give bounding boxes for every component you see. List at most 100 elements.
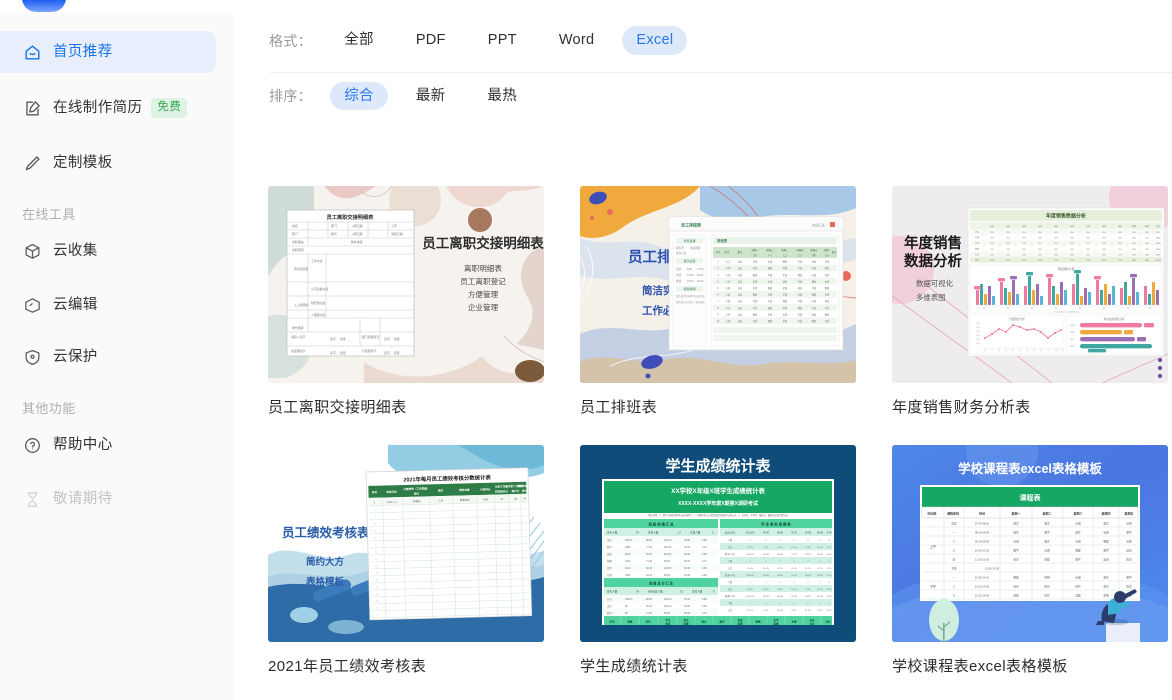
svg-text:0.72: 0.72 <box>702 612 707 615</box>
shield-icon <box>22 347 42 367</box>
svg-text:70-79: 70-79 <box>791 596 797 598</box>
svg-text:下午: 下午 <box>930 584 937 589</box>
svg-text:3024.5: 3024.5 <box>625 539 633 542</box>
svg-text:绩效主题: 绩效主题 <box>458 488 470 492</box>
sidebar-item-label: 在线制作简历 <box>53 101 142 116</box>
thumb-cover-heading: 年度销售 <box>904 234 962 252</box>
template-thumbnail[interactable]: 员工离职交接明细表 姓名部门入职日期工号 部门职务入职日期离职日期 离职事由联系… <box>268 186 544 383</box>
svg-text:3024.5: 3024.5 <box>625 598 633 601</box>
svg-text:英语: 英语 <box>607 552 612 556</box>
svg-text:参考人数: 参考人数 <box>607 531 618 535</box>
svg-text:语文: 语文 <box>1075 531 1081 535</box>
sidebar-item-help-center[interactable]: 帮助中心 <box>0 424 216 466</box>
format-chip-all[interactable]: 全部 <box>330 26 388 55</box>
svg-text:序号: 序号 <box>608 620 615 624</box>
svg-text:离职明细表: 离职明细表 <box>464 263 502 273</box>
svg-text:0.72: 0.72 <box>702 560 707 563</box>
svg-text:语文: 语文 <box>701 620 707 624</box>
svg-text:班次人员: 班次人员 <box>676 251 687 255</box>
svg-text:80-89: 80-89 <box>777 575 783 577</box>
template-card[interactable]: 年度销售 数据分析 数据可视化 多维表图 年度销售数据分析 <box>892 186 1168 417</box>
svg-text:待交接项目: 待交接项目 <box>294 266 309 271</box>
sort-chip-hottest[interactable]: 最热 <box>473 82 531 111</box>
svg-text:使用说明: 使用说明 <box>683 286 695 291</box>
svg-text:早班: 早班 <box>676 267 682 271</box>
format-chip-excel[interactable]: Excel <box>622 26 687 55</box>
svg-text:部门: 部门 <box>292 231 298 236</box>
svg-text:英语: 英语 <box>1013 540 1019 544</box>
svg-text:985班总人数: 985班总人数 <box>648 590 663 594</box>
template-thumbnail[interactable]: 员工排班表 简洁实用 工作必备 员工排班表 自动汇 <box>580 186 856 383</box>
svg-text:70-79: 70-79 <box>791 533 798 535</box>
svg-text:95.00: 95.00 <box>664 612 671 615</box>
format-chip-word[interactable]: Word <box>545 26 609 55</box>
template-card[interactable]: 员工离职交接明细表 姓名部门入职日期工号 部门职务入职日期离职日期 离职事由联系… <box>268 186 544 417</box>
svg-text:13:30-14:10: 13:30-14:10 <box>975 576 990 580</box>
sidebar-item-cloud-edit[interactable]: 云编辑 <box>0 284 216 326</box>
format-chip-pdf[interactable]: PDF <box>402 26 460 55</box>
svg-text:地理: 地理 <box>1013 594 1019 598</box>
svg-text:100-109: 100-109 <box>746 575 755 577</box>
svg-text:语文: 语文 <box>1044 522 1050 526</box>
sidebar-item-coming-soon[interactable]: 敬请期待 <box>0 478 216 520</box>
svg-text:11.5%: 11.5% <box>747 547 753 549</box>
topbar <box>0 0 1172 13</box>
svg-text:数学: 数学 <box>1126 531 1132 535</box>
svg-text:90-99: 90-99 <box>763 596 769 598</box>
svg-text:学 生 单 科 成 绩 表: 学 生 单 科 成 绩 表 <box>761 522 791 527</box>
format-chip-ppt[interactable]: PPT <box>474 26 531 55</box>
sidebar-item-home[interactable]: 首页推荐 <box>0 31 216 73</box>
svg-text:离职事由: 离职事由 <box>292 239 304 244</box>
svg-text:70-79: 70-79 <box>791 554 797 556</box>
template-card[interactable]: 学生成绩统计表 XX学校X年级X班学生成绩统计表 XXXX-XXXX学年度X期第… <box>580 445 856 676</box>
template-card[interactable]: 员工排班表 简洁实用 工作必备 员工排班表 自动汇 <box>580 186 856 417</box>
svg-text:工号: 工号 <box>391 223 397 228</box>
svg-text:多维表图: 多维表图 <box>916 293 946 302</box>
sidebar-item-custom-template[interactable]: 定制模板 <box>0 142 216 184</box>
thumb-cover-heading: 员工绩效考核表 <box>282 525 370 540</box>
svg-text:总经理签字: 总经理签字 <box>291 348 306 353</box>
sort-chip-comprehensive[interactable]: 综合 <box>330 82 388 111</box>
svg-text:09:10-09:50: 09:10-09:50 <box>975 540 990 544</box>
svg-text:26.00: 26.00 <box>684 574 691 577</box>
template-card-title: 年度销售财务分析表 <box>892 399 1168 417</box>
svg-text:18510: 18510 <box>1155 260 1162 262</box>
thumb-inner-title: 课程表 <box>1020 493 1042 502</box>
logo-mark[interactable] <box>22 0 66 12</box>
svg-text:18:00: 18:00 <box>687 279 694 283</box>
svg-text:语文: 语文 <box>1013 531 1019 535</box>
svg-text:语文: 语文 <box>1044 540 1050 544</box>
template-card[interactable]: 学校课程表excel表格模板 课程表 时间段课程安排时间星期一星期二星期三星期四… <box>892 445 1168 676</box>
svg-text:二: 二 <box>953 541 956 544</box>
sort-chip-newest[interactable]: 最新 <box>402 82 460 111</box>
svg-text:71.20: 71.20 <box>646 612 653 615</box>
template-thumbnail[interactable]: 学校课程表excel表格模板 课程表 时间段课程安排时间星期一星期二星期三星期四… <box>892 445 1168 642</box>
sidebar-item-cloud-collect[interactable]: 云收集 <box>0 230 216 272</box>
template-grid-row: 员工绩效考核表 简约大方 表格模板 2021年每月员工绩效考核分数统计表 <box>268 445 1172 676</box>
svg-text:签字： 日期：: 签字： 日期： <box>330 350 348 355</box>
svg-text:三: 三 <box>953 550 956 553</box>
template-thumbnail[interactable]: 员工绩效考核表 简约大方 表格模板 2021年每月员工绩效考核分数统计表 <box>268 445 544 642</box>
svg-text:英语: 英语 <box>1075 540 1081 544</box>
template-thumbnail[interactable]: 年度销售 数据分析 数据可视化 多维表图 年度销售数据分析 <box>892 186 1168 383</box>
svg-text:语文: 语文 <box>683 618 689 622</box>
svg-text:月份选择: 月份选择 <box>683 238 695 243</box>
thumb-cover-heading: 学校课程表excel表格模板 <box>958 461 1102 476</box>
home-icon <box>22 42 42 62</box>
svg-text:90分: 90分 <box>483 497 489 501</box>
template-thumbnail[interactable]: 学生成绩统计表 XX学校X年级X班学生成绩统计表 XXXX-XXXX学年度X期第… <box>580 445 856 642</box>
sidebar-item-cloud-protect[interactable]: 云保护 <box>0 336 216 378</box>
svg-text:10:00-11:00: 10:00-11:00 <box>975 549 990 553</box>
svg-text:14:20-15:00: 14:20-15:00 <box>975 585 990 589</box>
svg-text:数学: 数学 <box>719 620 725 624</box>
svg-text:数据可视化: 数据可视化 <box>916 279 954 288</box>
svg-text:2000: 2000 <box>976 335 980 337</box>
sidebar-item-online-resume[interactable]: 在线制作简历 免费 <box>0 87 216 129</box>
svg-text:数据分析: 数据分析 <box>904 252 962 270</box>
template-card[interactable]: 员工绩效考核表 简约大方 表格模板 2021年每月员工绩效考核分数统计表 <box>268 445 544 676</box>
svg-text:课程安排: 课程安排 <box>947 511 959 516</box>
svg-text:小王: 小王 <box>438 498 444 502</box>
svg-text:11:10-11:50: 11:10-11:50 <box>975 558 989 562</box>
svg-text:(二): (二) <box>783 254 787 257</box>
svg-text:6.2%: 6.2% <box>778 547 783 549</box>
